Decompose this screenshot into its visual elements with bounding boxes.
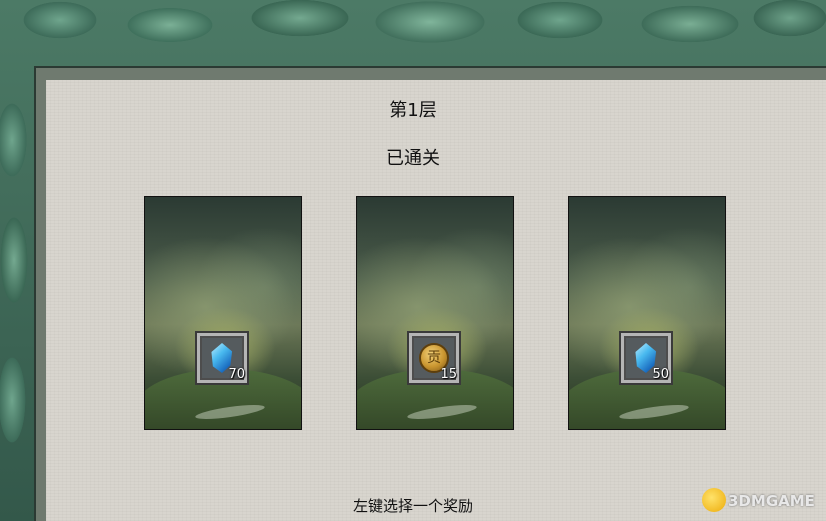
reward-count: 50 [652,367,669,382]
reward-count: 70 [228,367,245,382]
reward-card-2[interactable]: 贡 15 [356,196,514,430]
chick-logo-icon [702,488,726,512]
reward-card-1[interactable]: 70 [144,196,302,430]
reward-slot: 70 [195,331,249,385]
watermark-text: 3DMGAME [728,492,815,510]
reward-slot: 50 [619,331,673,385]
reward-card-3[interactable]: 50 [568,196,726,430]
cleared-status: 已通关 [386,148,440,169]
watermark: 3DMGAME [700,486,824,516]
reward-count: 15 [440,367,457,382]
floor-title: 第1层 [389,100,437,121]
reward-slot: 贡 15 [407,331,461,385]
